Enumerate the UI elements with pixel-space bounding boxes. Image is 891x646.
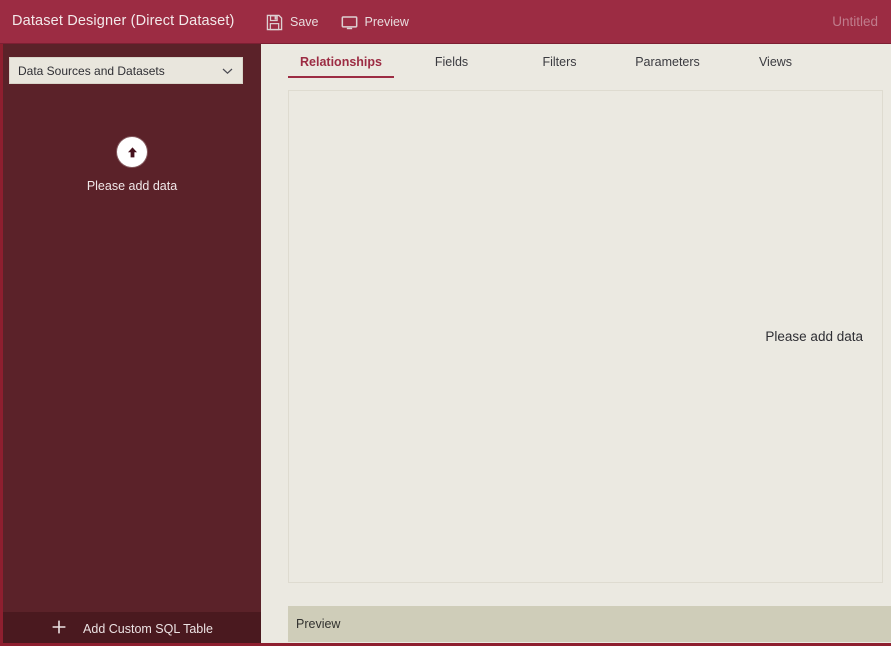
tab-relationships[interactable]: Relationships xyxy=(288,44,394,80)
save-floppy-icon xyxy=(266,14,283,31)
dataset-designer-window: Dataset Designer (Direct Dataset) Save P… xyxy=(0,0,891,646)
monitor-preview-icon xyxy=(341,14,358,31)
plus-icon xyxy=(51,619,67,640)
save-button[interactable]: Save xyxy=(266,14,319,31)
tab-views-label: Views xyxy=(758,55,793,69)
tab-views[interactable]: Views xyxy=(725,44,826,80)
sidebar-empty-state: Please add data xyxy=(3,137,261,193)
tab-filters[interactable]: Filters xyxy=(509,44,610,80)
sidebar-empty-message: Please add data xyxy=(86,179,178,193)
tab-fields[interactable]: Fields xyxy=(401,44,502,80)
window-name: Untitled xyxy=(832,14,878,29)
title-bar: Dataset Designer (Direct Dataset) Save P… xyxy=(0,0,891,44)
save-button-label: Save xyxy=(290,15,319,29)
canvas-empty-message: Please add data xyxy=(765,329,863,344)
tab-parameters[interactable]: Parameters xyxy=(617,44,718,80)
add-custom-sql-table-label: Add Custom SQL Table xyxy=(83,622,213,636)
preview-button[interactable]: Preview xyxy=(341,14,409,31)
tab-fields-label: Fields xyxy=(434,55,469,69)
preview-panel-label: Preview xyxy=(296,617,341,631)
data-source-select[interactable]: Data Sources and Datasets xyxy=(9,57,243,84)
app-title: Dataset Designer (Direct Dataset) xyxy=(12,13,235,29)
main-pane: Relationships Fields Filters Parameters … xyxy=(261,44,891,646)
left-sidebar: Data Sources and Datasets Please add dat… xyxy=(0,44,261,646)
chevron-down-icon xyxy=(218,67,236,75)
main-toolbar: Save Preview xyxy=(266,0,409,44)
tab-parameters-label: Parameters xyxy=(635,55,700,69)
relationships-canvas[interactable]: Please add data xyxy=(288,90,883,583)
preview-panel[interactable]: Preview xyxy=(288,606,891,642)
data-source-select-value: Data Sources and Datasets xyxy=(18,63,165,78)
tab-strip: Relationships Fields Filters Parameters … xyxy=(261,44,891,80)
add-custom-sql-table-button[interactable]: Add Custom SQL Table xyxy=(3,612,261,646)
tab-relationships-label: Relationships xyxy=(300,55,382,69)
tab-filters-label: Filters xyxy=(542,55,577,69)
upload-arrow-icon[interactable] xyxy=(117,137,147,167)
preview-button-label: Preview xyxy=(364,15,409,29)
